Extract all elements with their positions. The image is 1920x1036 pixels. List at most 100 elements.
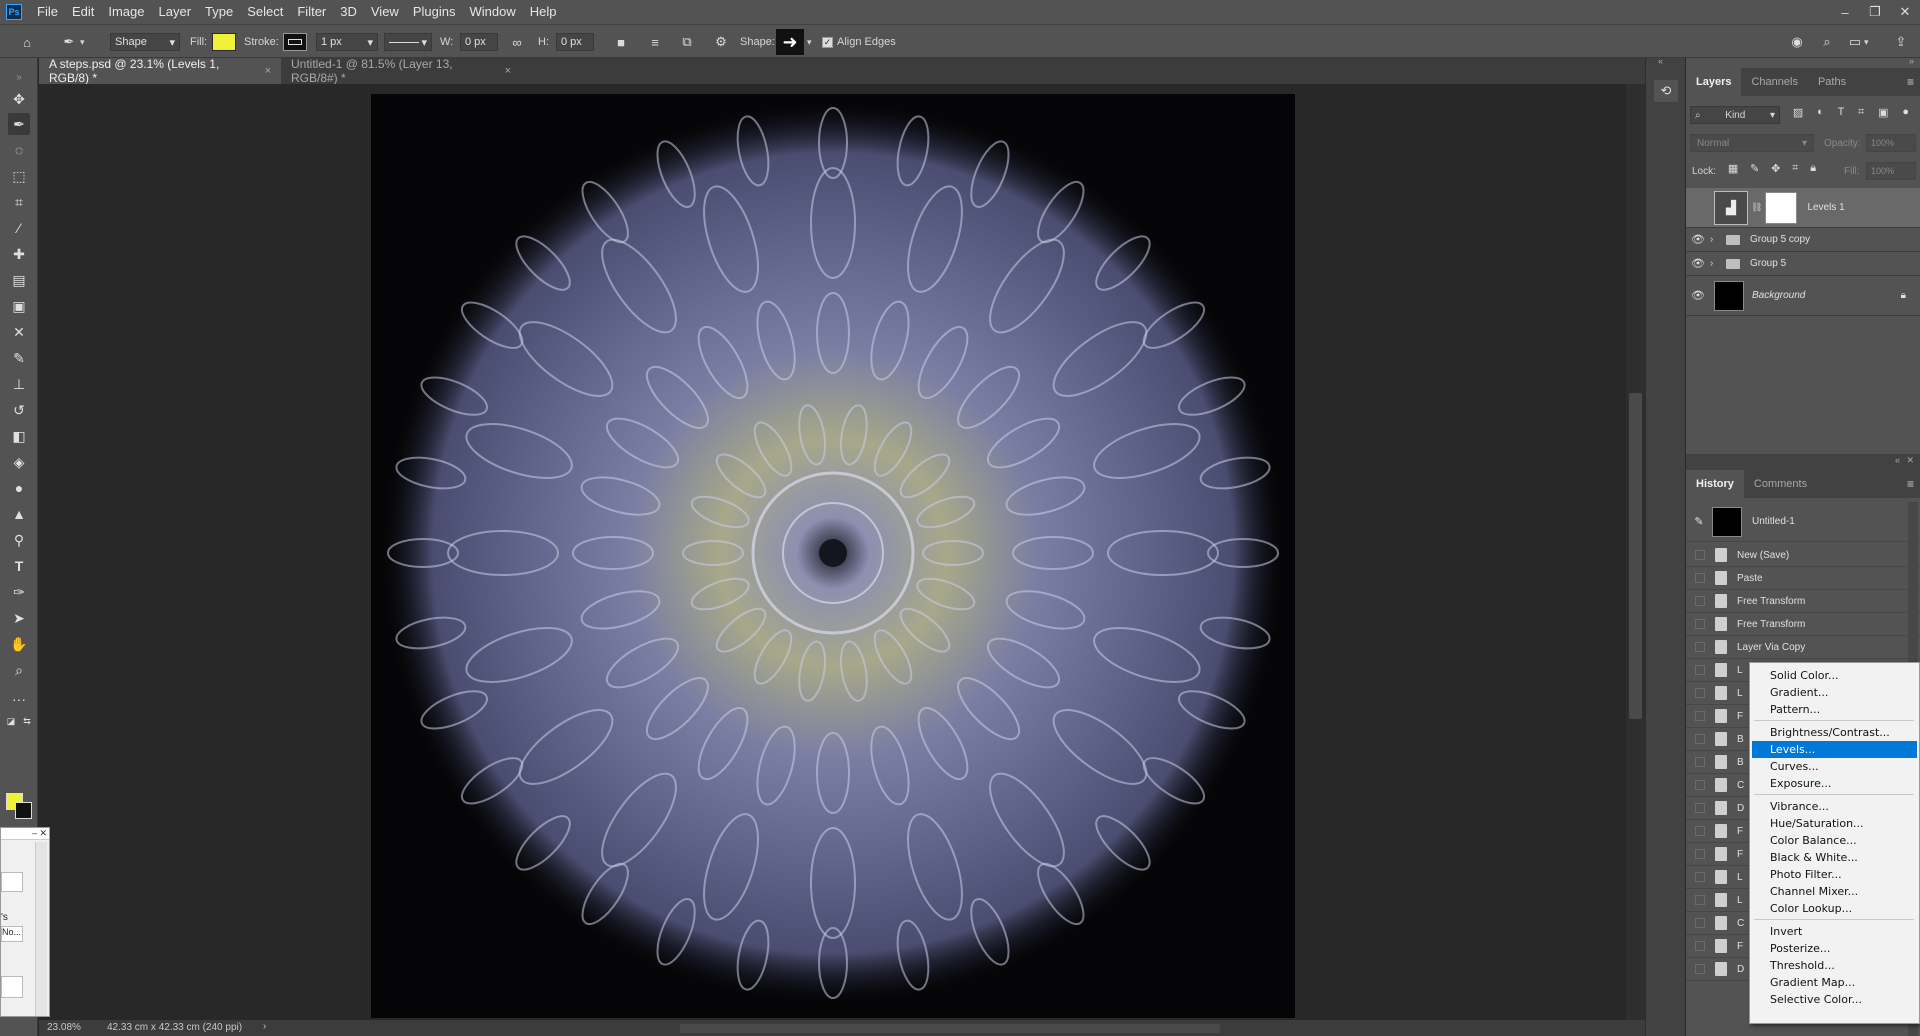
menu-item-curves[interactable]: Curves... (1752, 758, 1917, 775)
eraser-tool-icon[interactable]: ◧ (8, 425, 30, 447)
history-source-checkbox[interactable] (1695, 826, 1705, 836)
history-source-checkbox[interactable] (1695, 619, 1705, 629)
blend-mode-dropdown[interactable]: Normal ▾ (1690, 134, 1814, 152)
type-tool-icon[interactable]: T (8, 555, 30, 577)
stroke-swatch[interactable] (283, 33, 307, 51)
zoom-tool-icon[interactable]: ⌕ (8, 659, 30, 681)
history-source-checkbox[interactable] (1695, 596, 1705, 606)
menu-edit[interactable]: Edit (65, 0, 101, 24)
menu-file[interactable]: File (30, 0, 65, 24)
arrow-shape-icon[interactable]: ➜ (776, 29, 804, 55)
close-window-button[interactable]: ✕ (1890, 0, 1920, 24)
move-tool-icon[interactable]: ✥ (8, 88, 30, 110)
hand-tool-icon[interactable]: ✋ (8, 633, 30, 655)
dodge-tool-icon[interactable]: ⚲ (8, 529, 30, 551)
dialog-scrollbar[interactable] (35, 842, 47, 1016)
eye-icon[interactable]: 👁︎ (1686, 257, 1710, 270)
adjustment-filter-icon[interactable]: ◐ (1817, 106, 1824, 124)
pen-path-tool-icon[interactable]: ✑ (8, 581, 30, 603)
eye-icon[interactable]: 👁︎ (1686, 233, 1710, 246)
menu-type[interactable]: Type (198, 0, 240, 24)
patch-tool-icon[interactable]: ▣ (8, 295, 30, 317)
filter-toggle-icon[interactable]: ● (1902, 106, 1909, 124)
tab-paths[interactable]: Paths (1808, 68, 1856, 96)
fill-swatch[interactable] (212, 33, 236, 51)
history-panel-icon[interactable]: ⟲ (1654, 80, 1678, 102)
chevron-right-icon[interactable]: › (1710, 258, 1722, 269)
chevron-right-icon[interactable]: › (1710, 234, 1722, 245)
close-icon[interactable]: × (265, 65, 271, 77)
paint-bucket-tool-icon[interactable]: ◈ (8, 451, 30, 473)
menu-item-levels[interactable]: Levels... (1752, 741, 1917, 758)
lock-transparent-icon[interactable]: ▦ (1728, 162, 1738, 180)
pixel-filter-icon[interactable]: ▨ (1793, 106, 1803, 124)
content-aware-move-icon[interactable]: ✕ (8, 321, 30, 343)
mode-dropdown[interactable]: Shape ▾ (110, 33, 180, 51)
lock-artboard-icon[interactable]: ⌗ (1792, 162, 1798, 180)
chevron-down-icon[interactable]: ▾ (80, 37, 85, 48)
collapse-panels-icon[interactable]: » (1909, 56, 1914, 66)
layer-name[interactable]: Group 5 copy (1750, 234, 1810, 245)
tab-layers[interactable]: Layers (1686, 68, 1742, 96)
lock-position-icon[interactable]: ✥ (1771, 162, 1780, 180)
history-source-checkbox[interactable] (1695, 964, 1705, 974)
swap-colors-icon[interactable]: ⇆ (20, 714, 34, 728)
smart-object-filter-icon[interactable]: ▣ (1878, 106, 1888, 124)
history-item[interactable]: Paste (1686, 567, 1920, 590)
menu-item-color-balance[interactable]: Color Balance... (1752, 832, 1917, 849)
menu-item-selective-color[interactable]: Selective Color... (1752, 991, 1917, 1008)
history-source-checkbox[interactable] (1695, 803, 1705, 813)
stroke-type-dropdown[interactable]: ▾ (384, 33, 432, 51)
history-source-checkbox[interactable] (1695, 642, 1705, 652)
home-icon[interactable]: ⌂ (18, 33, 36, 51)
toolbar-collapse-icon[interactable]: » (8, 66, 30, 88)
path-arrangement-icon[interactable]: ⧉ (678, 33, 696, 51)
panel-menu-icon[interactable]: ≡ (1907, 477, 1914, 491)
minimize-button[interactable]: – (1830, 0, 1860, 24)
history-source-checkbox[interactable] (1695, 918, 1705, 928)
menu-item-pattern[interactable]: Pattern... (1752, 701, 1917, 718)
share-icon[interactable]: ⇪ (1892, 33, 1910, 51)
menu-layer[interactable]: Layer (152, 0, 199, 24)
history-source-checkbox[interactable] (1695, 734, 1705, 744)
pen-tool-icon[interactable]: ✒ (8, 113, 30, 135)
path-operations-icon[interactable]: ■ (612, 33, 630, 51)
panel-menu-icon[interactable]: ≡ (1907, 75, 1914, 89)
history-source-checkbox[interactable] (1695, 665, 1705, 675)
collapse-icon[interactable]: « (1895, 455, 1900, 465)
history-source-checkbox[interactable] (1695, 872, 1705, 882)
menu-view[interactable]: View (364, 0, 406, 24)
menu-item-black-white[interactable]: Black & White... (1752, 849, 1917, 866)
history-source-checkbox[interactable] (1695, 711, 1705, 721)
menu-window[interactable]: Window (462, 0, 522, 24)
layer-filter-dropdown[interactable]: ⌕ Kind ▾ (1690, 106, 1780, 124)
chevron-down-icon[interactable]: ▾ (807, 37, 812, 48)
menu-3d[interactable]: 3D (333, 0, 364, 24)
chevron-down-icon[interactable]: ▾ (1864, 37, 1869, 48)
lock-all-icon[interactable]: 🔒︎ (1810, 162, 1816, 180)
menu-item-vibrance[interactable]: Vibrance... (1752, 798, 1917, 815)
crop-tool-icon[interactable]: ⌗ (8, 191, 30, 213)
dialog-field[interactable] (1, 872, 23, 892)
close-icon[interactable]: × (505, 65, 511, 77)
blur-tool-icon[interactable]: ● (8, 477, 30, 499)
background-color-swatch[interactable] (15, 802, 32, 819)
shape-filter-icon[interactable]: ⌗ (1858, 106, 1864, 124)
tab-channels[interactable]: Channels (1741, 68, 1807, 96)
width-input[interactable]: 0 px (460, 33, 498, 51)
share-user-icon[interactable]: ◉ (1788, 33, 1806, 51)
menu-item-gradient-map[interactable]: Gradient Map... (1752, 974, 1917, 991)
object-selection-tool-icon[interactable]: ⬚ (8, 165, 30, 187)
menu-item-channel-mixer[interactable]: Channel Mixer... (1752, 883, 1917, 900)
gear-icon[interactable]: ⚙ (712, 33, 730, 51)
dialog-button[interactable]: No... (1, 926, 23, 942)
history-source-checkbox[interactable] (1695, 573, 1705, 583)
tab-history[interactable]: History (1686, 470, 1744, 498)
menu-plugins[interactable]: Plugins (406, 0, 463, 24)
path-selection-tool-icon[interactable]: ➤ (8, 607, 30, 629)
workspace-icon[interactable]: ▭ (1846, 33, 1864, 51)
zoom-level[interactable]: 23.08% (47, 1022, 81, 1033)
menu-item-threshold[interactable]: Threshold... (1752, 957, 1917, 974)
menu-item-exposure[interactable]: Exposure... (1752, 775, 1917, 792)
dialog-field[interactable] (1, 976, 23, 998)
